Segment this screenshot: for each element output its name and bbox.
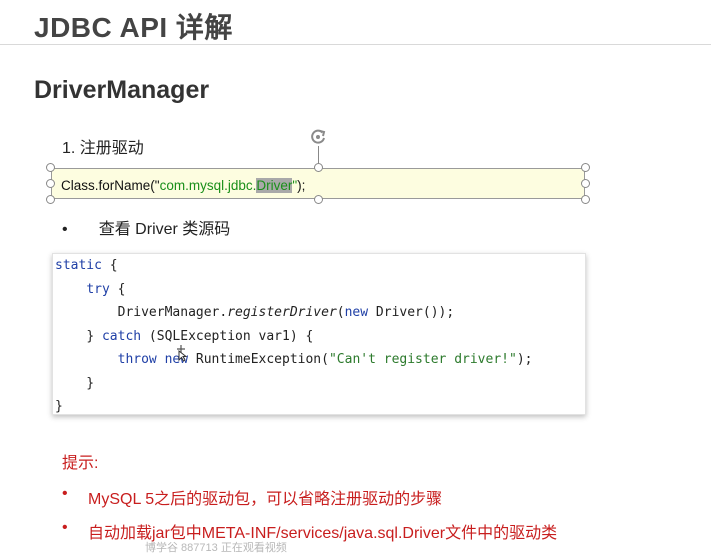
source-code: static { try { DriverManager.registerDri…	[53, 254, 585, 419]
bullet-marker: •	[62, 485, 68, 502]
code-text: }	[55, 399, 63, 414]
tip-item: • MySQL 5之后的驱动包，可以省略注册驱动的步骤	[62, 485, 557, 509]
code-text: );	[516, 352, 533, 367]
tip-item: • 自动加载jar包中META-INF/services/java.sql.Dr…	[62, 519, 557, 543]
code-text: (SQLException var1) {	[141, 328, 314, 344]
code-prefix: Class.forName("	[61, 178, 160, 193]
watermark: 博学谷 887713 正在观看视频	[145, 542, 287, 554]
title-divider	[0, 44, 711, 45]
kw-new: new	[344, 305, 369, 320]
resize-handle-bottom-left[interactable]	[46, 195, 55, 204]
resize-handle-top-left[interactable]	[46, 163, 55, 172]
rotate-handle-icon[interactable]	[308, 127, 328, 147]
kw-catch: catch	[101, 328, 142, 344]
bullet-marker: •	[62, 221, 68, 238]
section-title: DriverManager	[34, 76, 210, 104]
code-text: {	[109, 281, 126, 297]
code-text: (	[336, 305, 345, 320]
code-text: }	[55, 375, 95, 391]
resize-handle-left[interactable]	[46, 179, 55, 188]
source-code-card: static { try { DriverManager.registerDri…	[52, 253, 586, 415]
resize-handle-top[interactable]	[314, 163, 323, 172]
move-cursor-icon	[177, 345, 188, 362]
code-text: Driver());	[368, 305, 455, 320]
resize-handle-bottom-right[interactable]	[581, 195, 590, 204]
code-string: com.mysql.jdbc.	[159, 178, 257, 193]
tip-text: MySQL 5之后的驱动包，可以省略注册驱动的步骤	[88, 491, 443, 508]
bullet-text: 查看 Driver 类源码	[98, 221, 231, 238]
selected-text: Driver	[256, 178, 293, 193]
tips-title: 提示:	[62, 455, 99, 472]
code-string-literal: "Can't register driver!"	[328, 352, 517, 367]
tips-section: 提示: • MySQL 5之后的驱动包，可以省略注册驱动的步骤 • 自动加载ja…	[62, 449, 557, 553]
kw-try: try	[86, 281, 110, 297]
code-text: {	[101, 258, 118, 273]
code-text: }	[86, 328, 102, 344]
step-heading: 1. 注册驱动	[62, 140, 144, 157]
bullet-item-view-source: • 查看 Driver 类源码	[62, 215, 230, 239]
textbox-code-line: Class.forName("com.mysql.jdbc.Driver");	[61, 178, 305, 193]
code-text: RuntimeException(	[188, 352, 329, 367]
resize-handle-top-right[interactable]	[581, 163, 590, 172]
resize-handle-bottom[interactable]	[314, 195, 323, 204]
page-title: JDBC API 详解	[34, 12, 233, 43]
bullet-marker: •	[62, 519, 68, 536]
method-register-driver: registerDriver	[227, 305, 337, 320]
resize-handle-right[interactable]	[581, 179, 590, 188]
code-suffix: );	[297, 178, 306, 193]
kw-throw: throw	[117, 352, 157, 367]
code-text: DriverManager.	[117, 305, 228, 320]
kw-static: static	[55, 258, 102, 273]
